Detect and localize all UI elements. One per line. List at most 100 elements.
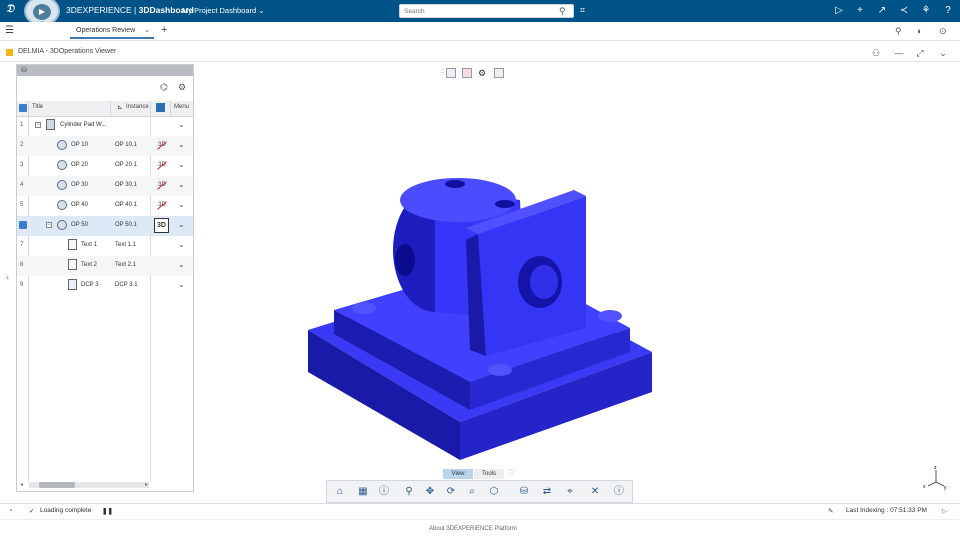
table-row[interactable]: 5 OP 40 OP 40.1 3D ⌄ xyxy=(17,196,193,216)
view-mode-icon[interactable] xyxy=(446,68,456,78)
widget-logo-icon xyxy=(6,49,13,56)
dashboard-name: My Project Dashboard xyxy=(182,6,257,15)
home-icon[interactable]: ⌂ xyxy=(333,485,347,499)
no-3d-icon[interactable]: 3D xyxy=(156,200,168,211)
column-menu[interactable]: Menu xyxy=(174,104,189,110)
show-3d-button[interactable]: 3D xyxy=(154,218,169,233)
scroll-left-icon[interactable]: ◂ xyxy=(20,481,23,488)
favorite-icon[interactable]: ♡ xyxy=(508,468,515,477)
scrollbar-thumb[interactable] xyxy=(39,482,75,488)
about-link[interactable]: About 3DEXPERIENCE Platform xyxy=(429,526,517,532)
gear-icon[interactable]: ⚙ xyxy=(478,68,488,78)
filter-icon[interactable]: ⌬ xyxy=(160,82,168,93)
search-box: ⚲ xyxy=(399,4,574,18)
settings-icon[interactable]: ⚙ xyxy=(178,82,186,93)
3d-part-fixture[interactable] xyxy=(308,178,652,460)
row-menu-chevron-icon[interactable]: ⌄ xyxy=(178,220,185,229)
row-menu-chevron-icon[interactable]: ⌄ xyxy=(178,180,185,189)
tag-icon[interactable]: ⌗ xyxy=(580,5,585,16)
table-icon[interactable]: ▦ xyxy=(356,485,370,499)
row-title: Cylinder Pad W... xyxy=(60,122,107,128)
view-cube-icon[interactable]: ⬡ xyxy=(487,485,501,499)
no-3d-icon[interactable]: 3D xyxy=(156,160,168,171)
help-icon[interactable]: ? xyxy=(941,4,955,18)
pan-icon[interactable]: ✥ xyxy=(423,485,437,499)
table-row[interactable]: 7 Text 1 Text 1.1 ⌄ xyxy=(17,236,193,256)
table-row-selected[interactable]: − OP 50 OP 50.1 3D ⌄ xyxy=(17,216,193,236)
close-icon[interactable]: ✕ xyxy=(588,485,602,499)
sync-icon[interactable]: ⇄ xyxy=(540,485,554,499)
zoom-search-icon[interactable]: ⚲ xyxy=(895,26,902,37)
last-indexing: Last Indexing : 07:51:33 PM xyxy=(846,507,927,514)
collapse-icon[interactable]: − xyxy=(35,122,41,128)
column-title[interactable]: Title xyxy=(32,104,43,110)
scroll-right-icon[interactable]: ▸ xyxy=(145,481,148,488)
menu-icon[interactable]: ☰ xyxy=(5,25,14,36)
tab-tools[interactable]: Tools xyxy=(474,469,504,479)
row-menu-chevron-icon[interactable]: ⌄ xyxy=(178,160,185,169)
table-row[interactable]: 3 OP 20 OP 20.1 3D ⌄ xyxy=(17,156,193,176)
dashboard-name-dropdown[interactable]: My Project Dashboard ⌄ xyxy=(182,6,265,15)
row-number: 8 xyxy=(20,262,24,268)
table-row[interactable]: 4 OP 30 OP 30.1 3D ⌄ xyxy=(17,176,193,196)
row-menu-chevron-icon[interactable]: ⌄ xyxy=(178,200,185,209)
info-icon[interactable]: ⓘ xyxy=(612,485,626,499)
top-bar: 𝔇 ▶ V,R 3DEXPERIENCE | 3DDashboard My Pr… xyxy=(0,0,960,26)
alert-icon[interactable]: ⓘ xyxy=(377,485,391,499)
zoom-area-icon[interactable]: ⌕ xyxy=(465,485,479,499)
row-number: 9 xyxy=(20,282,24,288)
section-icon[interactable] xyxy=(462,68,472,78)
refresh-icon[interactable]: ▷ xyxy=(942,507,947,515)
pause-icon[interactable]: ❚❚ xyxy=(102,507,113,515)
table-row[interactable]: 8 Text 2 Text 2.1 ⌄ xyxy=(17,256,193,276)
widget-menu-chevron-icon[interactable]: ⌄ xyxy=(937,47,949,59)
network-icon[interactable]: ≺ xyxy=(897,4,911,18)
column-instance[interactable]: Instance xyxy=(126,104,149,110)
pin-icon[interactable]: ✎ xyxy=(828,507,833,515)
add-tab-icon[interactable]: + xyxy=(161,24,167,36)
tab-view[interactable]: View xyxy=(443,469,473,479)
collapse-icon[interactable]: − xyxy=(46,222,52,228)
row-menu-chevron-icon[interactable]: ⌄ xyxy=(178,140,185,149)
database-icon[interactable]: ⛁ xyxy=(517,485,531,499)
3d-model-viewport[interactable] xyxy=(290,160,670,470)
panel-toggle-icon[interactable]: ▫ xyxy=(10,507,12,514)
no-3d-icon[interactable]: 3D xyxy=(156,180,168,191)
rotate-icon[interactable]: ⟳ xyxy=(444,485,458,499)
3d-column-icon xyxy=(156,103,165,112)
forward-icon[interactable]: ↗ xyxy=(875,4,889,18)
maximize-icon[interactable]: ⤢ xyxy=(914,47,926,59)
view-icon[interactable]: ⊙ xyxy=(939,26,947,37)
collapse-arrow-icon[interactable]: ‹ xyxy=(6,272,9,282)
select-all-checkbox[interactable] xyxy=(19,104,27,112)
row-checkbox[interactable] xyxy=(19,221,27,229)
tree-toolbar: ⌬ ⚙ xyxy=(17,76,193,102)
table-row[interactable]: 1 − Cylinder Pad W... ⌄ xyxy=(17,116,193,136)
horizontal-scrollbar[interactable] xyxy=(29,482,149,488)
row-menu-chevron-icon[interactable]: ⌄ xyxy=(178,240,185,249)
table-row[interactable]: 9 DCP 3 DCP 3.1 ⌄ xyxy=(17,276,193,296)
row-menu-chevron-icon[interactable]: ⌄ xyxy=(178,280,185,289)
row-menu-chevron-icon[interactable]: ⌄ xyxy=(178,120,185,129)
user-settings-icon[interactable]: ⚇ xyxy=(870,47,882,59)
tab-operations-review[interactable]: Operations Review ⌄ xyxy=(70,24,154,39)
row-menu-chevron-icon[interactable]: ⌄ xyxy=(178,260,185,269)
ds-logo-icon[interactable]: 𝔇 xyxy=(6,3,20,19)
render-icon[interactable] xyxy=(494,68,504,78)
compass-play-icon[interactable]: ▶ xyxy=(33,4,51,20)
zoom-icon[interactable]: ⚲ xyxy=(402,485,416,499)
no-3d-icon[interactable]: 3D xyxy=(156,140,168,151)
minimize-icon[interactable]: — xyxy=(893,47,905,59)
tab-bar: ☰ Operations Review ⌄ + xyxy=(0,22,960,41)
add-icon[interactable]: + xyxy=(853,4,867,18)
tree-icon[interactable]: ⛁ xyxy=(21,66,27,74)
table-row[interactable]: 2 OP 10 OP 10.1 3D ⌄ xyxy=(17,136,193,156)
search-input[interactable] xyxy=(404,6,554,16)
share-play-icon[interactable]: ▷ xyxy=(832,4,846,18)
measure-icon[interactable]: ⌖ xyxy=(563,485,577,499)
community-icon[interactable]: ⚘ xyxy=(919,4,933,18)
toggle-icon[interactable]: ◐ xyxy=(917,26,922,36)
search-icon[interactable]: ⚲ xyxy=(559,6,569,16)
chevron-down-icon[interactable]: ⌄ xyxy=(144,24,150,37)
chevron-down-icon: ⌄ xyxy=(258,6,265,15)
